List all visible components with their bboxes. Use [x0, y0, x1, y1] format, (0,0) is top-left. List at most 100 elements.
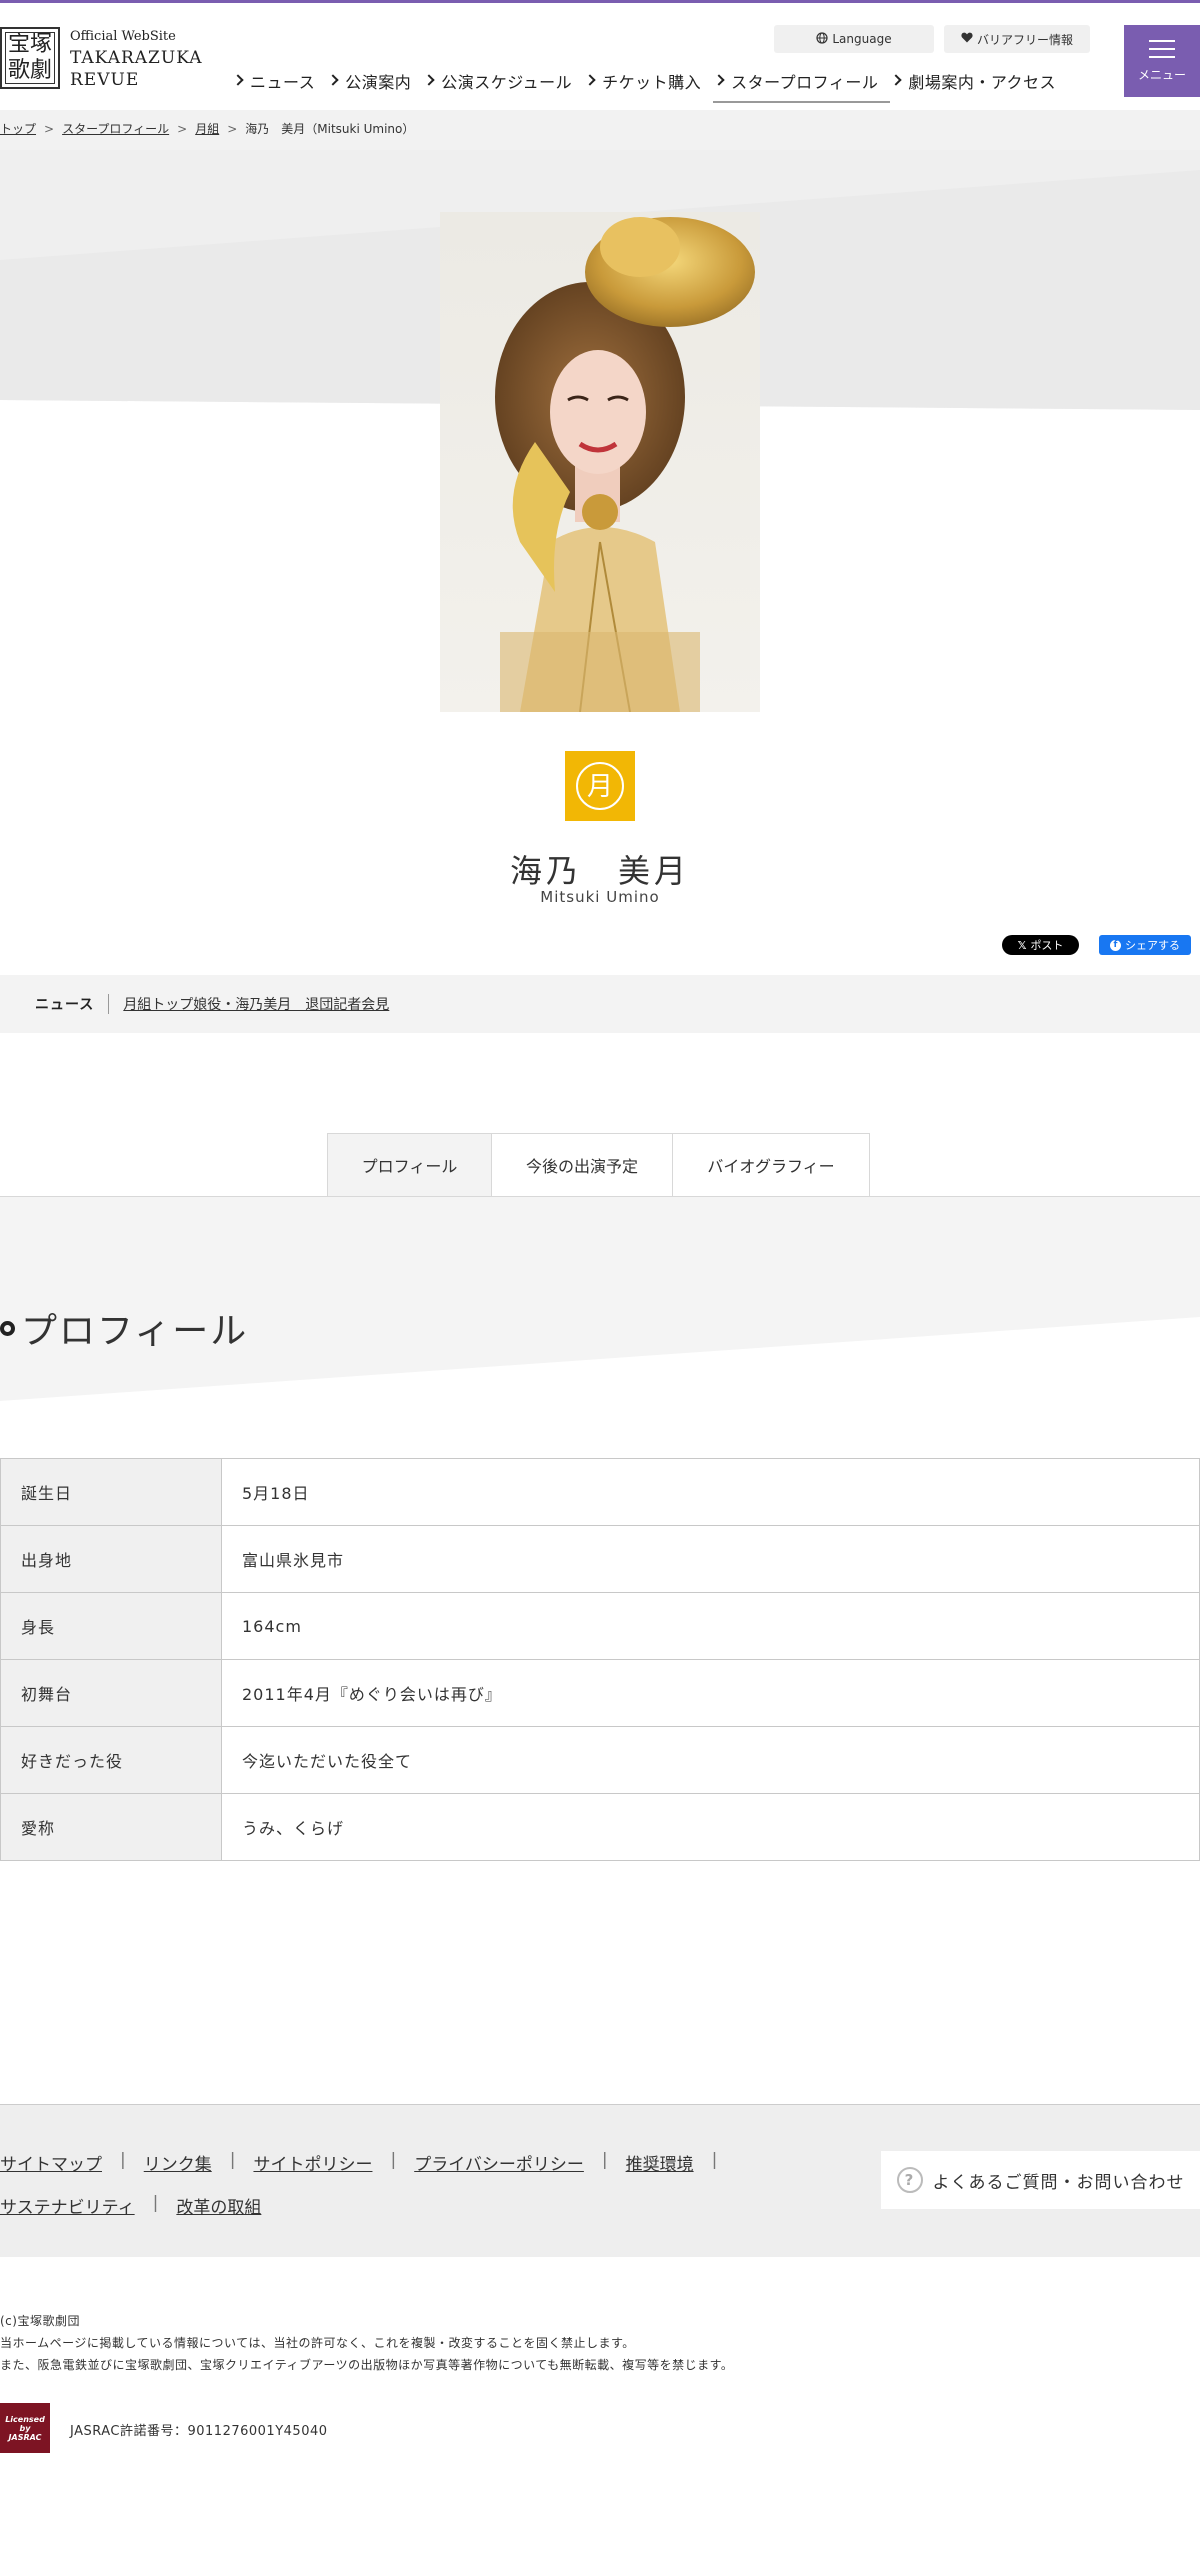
footer-link-links[interactable]: リンク集	[144, 2150, 212, 2175]
logo-official-text: Official WebSite	[70, 29, 176, 44]
footer-link-sitemap[interactable]: サイトマップ	[0, 2150, 102, 2175]
footer-links: サイトマップ | リンク集 | サイトポリシー | プライバシーポリシー | 推奨環境 |…	[0, 2150, 780, 2218]
site-header: 宝塚 歌劇 Official WebSite TAKARAZUKA REVUE …	[0, 0, 1200, 110]
table-row: 好きだった役 今迄いただいた役全て	[0, 1726, 1200, 1794]
facebook-share-button[interactable]: f シェアする	[1099, 935, 1191, 955]
menu-label: メニュー	[1137, 67, 1186, 82]
logo-emblem: 宝塚 歌劇	[0, 27, 60, 89]
profile-label: 愛称	[0, 1793, 222, 1861]
star-name: 海乃 美月	[509, 852, 690, 890]
barrier-free-label: バリアフリー情報	[976, 32, 1073, 47]
language-label: Language	[832, 32, 892, 46]
star-portrait-photo	[440, 212, 760, 712]
hamburger-icon	[1149, 39, 1175, 58]
copyright: (c)宝塚歌劇団 当ホームページに掲載している情報については、当社の許可なく、こ…	[0, 2310, 733, 2376]
profile-tabs: プロフィール 今後の出演予定 バイオグラフィー	[327, 1133, 870, 1196]
profile-value: 164cm	[221, 1592, 1200, 1660]
profile-value: うみ、くらげ	[221, 1793, 1200, 1861]
x-logo-icon: 𝕏	[1017, 938, 1027, 952]
table-row: 愛称 うみ、くらげ	[0, 1793, 1200, 1861]
x-post-label: ポスト	[1030, 939, 1064, 952]
news-link[interactable]: 月組トップ娘役・海乃美月 退団記者会見	[123, 994, 389, 1014]
star-hero: トップ > スタープロフィール > 月組 > 海乃 美月（Mitsuki Umi…	[0, 110, 1200, 970]
logo-kanji-bottom: 歌劇	[7, 58, 52, 83]
breadcrumb: トップ > スタープロフィール > 月組 > 海乃 美月（Mitsuki Umi…	[0, 120, 414, 137]
profile-label: 身長	[0, 1592, 222, 1660]
breadcrumb-star-profile[interactable]: スタープロフィール	[62, 120, 169, 137]
copyright-line: 当ホームページに掲載している情報については、当社の許可なく、これを複製・改変する…	[0, 2336, 635, 2350]
footer-link-sustainability[interactable]: サステナビリティ	[0, 2193, 135, 2218]
footer-separator: |	[390, 2150, 397, 2170]
profile-value: 5月18日	[221, 1458, 1200, 1526]
heart-icon	[961, 32, 973, 46]
profile-label: 誕生日	[0, 1458, 222, 1526]
moon-troupe-icon: 月	[576, 762, 624, 810]
footer-separator: |	[152, 2193, 159, 2213]
language-button[interactable]: Language	[774, 25, 934, 53]
breadcrumb-separator: >	[177, 121, 188, 136]
logo-kanji-top: 宝塚	[7, 32, 52, 57]
news-bar: ニュース 月組トップ娘役・海乃美月 退団記者会見	[0, 975, 1200, 1033]
facebook-icon: f	[1110, 939, 1121, 951]
site-logo[interactable]: 宝塚 歌劇 Official WebSite TAKARAZUKA REVUE	[0, 27, 220, 91]
footer-separator: |	[120, 2150, 126, 2170]
faq-contact-button[interactable]: ? よくあるご質問・お問い合わせ	[881, 2151, 1200, 2209]
table-row: 身長 164cm	[0, 1592, 1200, 1660]
nav-tickets[interactable]: チケット購入	[584, 69, 713, 103]
footer-link-reform[interactable]: 改革の取組	[176, 2193, 261, 2218]
utility-links: Language バリアフリー情報	[774, 25, 1090, 53]
tab-profile[interactable]: プロフィール	[327, 1133, 492, 1196]
profile-label: 出身地	[0, 1525, 222, 1593]
nav-schedule[interactable]: 公演スケジュール	[423, 69, 584, 103]
profile-label: 初舞台	[0, 1659, 222, 1727]
footer-nav: サイトマップ | リンク集 | サイトポリシー | プライバシーポリシー | 推奨環境 |…	[0, 2104, 1200, 2257]
barrier-free-button[interactable]: バリアフリー情報	[944, 25, 1090, 53]
profile-value: 富山県氷見市	[221, 1525, 1200, 1593]
nav-theater-access[interactable]: 劇場案内・アクセス	[890, 69, 1068, 103]
share-buttons: 𝕏 ポスト f シェアする	[1002, 935, 1191, 955]
global-nav: ニュース 公演案内 公演スケジュール チケット購入 スタープロフィール 劇場案内…	[232, 69, 1068, 103]
footer-link-privacy[interactable]: プライバシーポリシー	[414, 2150, 584, 2175]
globe-icon	[816, 31, 828, 47]
star-name-roman: Mitsuki Umino	[540, 888, 660, 906]
footer-separator: |	[711, 2150, 718, 2170]
breadcrumb-separator: >	[227, 121, 238, 136]
jasrac-logo: Licensed by JASRAC	[0, 2403, 50, 2453]
table-row: 誕生日 5月18日	[0, 1458, 1200, 1526]
question-icon: ?	[896, 2167, 923, 2193]
tab-biography[interactable]: バイオグラフィー	[672, 1133, 870, 1196]
breadcrumb-separator: >	[44, 121, 55, 136]
jasrac-logo-text: Licensed by JASRAC	[5, 2414, 45, 2442]
breadcrumb-current: 海乃 美月（Mitsuki Umino）	[245, 122, 415, 136]
troupe-badge: 月	[565, 751, 635, 821]
jasrac-license-number: JASRAC許諾番号：9011276001Y45040	[70, 2424, 328, 2439]
breadcrumb-top[interactable]: トップ	[0, 120, 36, 137]
profile-value: 今迄いただいた役全て	[221, 1726, 1200, 1794]
profile-heading: プロフィール	[0, 1302, 248, 1354]
profile-heading-text: プロフィール	[21, 1311, 249, 1352]
footer-link-environment[interactable]: 推奨環境	[626, 2150, 694, 2175]
nav-star-profile[interactable]: スタープロフィール	[713, 69, 891, 103]
breadcrumb-troupe[interactable]: 月組	[195, 120, 219, 137]
table-row: 出身地 富山県氷見市	[0, 1525, 1200, 1593]
svg-text:月: 月	[587, 772, 613, 802]
table-row: 初舞台 2011年4月『めぐり会いは再び』	[0, 1659, 1200, 1727]
profile-table: 誕生日 5月18日 出身地 富山県氷見市 身長 164cm 初舞台 2011年4…	[0, 1458, 1200, 1861]
nav-performances[interactable]: 公演案内	[327, 69, 423, 103]
footer-separator: |	[601, 2150, 608, 2170]
copyright-line: また、阪急電鉄並びに宝塚歌劇団、宝塚クリエイティブアーツの出版物ほか写真等著作物…	[0, 2358, 734, 2372]
profile-value: 2011年4月『めぐり会いは再び』	[221, 1659, 1200, 1727]
circle-bullet-icon	[0, 1320, 15, 1336]
footer-separator: |	[229, 2150, 236, 2170]
x-post-button[interactable]: 𝕏 ポスト	[1002, 935, 1079, 955]
profile-label: 好きだった役	[0, 1726, 222, 1794]
nav-news[interactable]: ニュース	[232, 69, 327, 103]
footer-link-site-policy[interactable]: サイトポリシー	[253, 2150, 372, 2175]
menu-button[interactable]: メニュー	[1124, 25, 1200, 97]
news-heading: ニュース	[35, 994, 110, 1014]
copyright-line: (c)宝塚歌劇団	[0, 2314, 80, 2328]
facebook-share-label: シェアする	[1125, 939, 1180, 952]
logo-english-text: TAKARAZUKA REVUE	[70, 48, 203, 90]
tab-upcoming-performances[interactable]: 今後の出演予定	[491, 1133, 673, 1196]
faq-contact-label: よくあるご質問・お問い合わせ	[932, 2172, 1185, 2193]
